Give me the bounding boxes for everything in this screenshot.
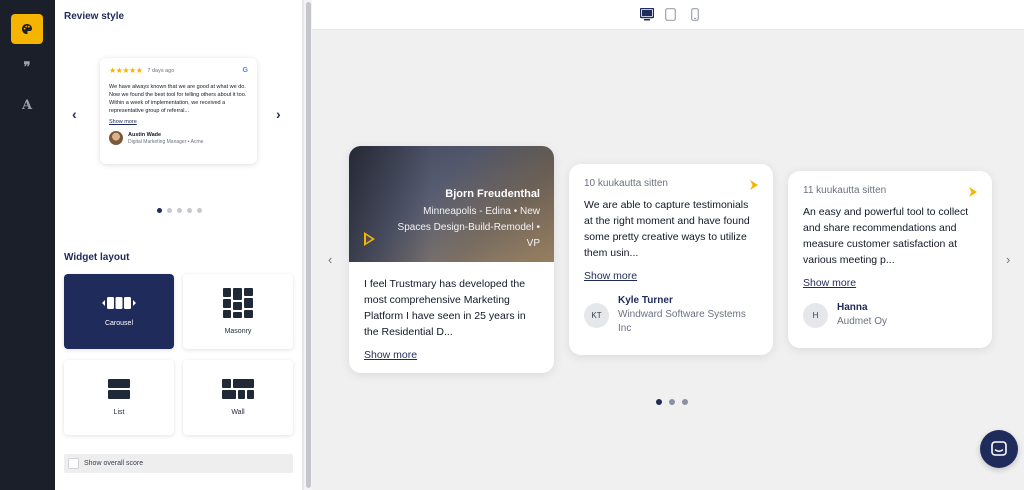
author-company: Audmet Oy [837,316,888,327]
show-overall-score-label: Show overall score [84,460,144,467]
layout-masonry[interactable]: Masonry [183,274,293,349]
google-icon: G [242,67,248,74]
left-rail: ❞ A [0,0,55,490]
show-more-link[interactable]: Show more [584,270,637,282]
panel-scrollbar[interactable] [303,0,312,490]
font-icon[interactable]: A [11,90,43,120]
carousel-pagination [656,399,688,405]
review-style-title: Review style [64,11,125,22]
layout-list[interactable]: List [64,360,174,435]
review-text: We are able to capture testimonials at t… [584,199,750,259]
author-company: Windward Software Systems Inc [618,309,746,334]
layout-wall[interactable]: Wall [183,360,293,435]
device-toolbar [312,0,1024,30]
pagination-dot[interactable] [669,399,675,405]
pagination-dot[interactable] [656,399,662,405]
review-time: 11 kuukautta sitten [803,185,887,196]
star-rating: ★★★★★ [109,66,143,75]
video-person-role: Minneapolis - Edina • New Spaces Design-… [397,206,540,249]
author-name: Hanna [837,302,868,313]
review-card[interactable]: 11 kuukautta sitten An easy and powerful… [788,171,992,348]
palette-icon[interactable] [11,14,43,44]
layout-label: Masonry [224,328,252,335]
review-time: 10 kuukautta sitten [584,178,668,189]
chat-launcher-button[interactable] [980,430,1018,468]
widget-preview-canvas: ‹ Bjorn Freudenthal Minneapolis - Edina … [312,30,1024,490]
layout-label: Carousel [104,320,133,327]
chat-icon [991,441,1007,456]
wall-icon [222,379,254,399]
preview-next-arrow[interactable]: › [276,106,281,122]
show-more-link[interactable]: Show more [109,119,248,125]
carousel-prev-arrow[interactable]: ‹ [328,252,332,267]
masonry-icon [223,288,253,318]
preview-pagination [157,208,202,213]
pagination-dot[interactable] [187,208,192,213]
video-person-name: Bjorn Freudenthal [445,188,540,200]
avatar [109,131,123,145]
review-text: We have always known that we are good at… [109,84,247,114]
desktop-icon[interactable] [640,8,654,21]
avatar: KT [584,303,609,328]
show-overall-score-checkbox[interactable] [68,458,79,469]
palette-glyph [22,24,32,34]
play-icon[interactable] [364,232,375,246]
review-card[interactable]: Bjorn Freudenthal Minneapolis - Edina • … [349,146,554,373]
preview-prev-arrow[interactable]: ‹ [72,106,77,122]
pagination-dot[interactable] [197,208,202,213]
carousel-icon [102,297,136,309]
pagination-dot[interactable] [167,208,172,213]
trustmary-chevron-icon [750,180,758,190]
layout-carousel[interactable]: Carousel [64,274,174,349]
review-time: 7 days ago [147,67,175,74]
widget-layout-title: Widget layout [64,252,130,263]
show-overall-score-toggle[interactable]: Show overall score [64,454,293,473]
author-role: Digital Marketing Manager • Acme [128,138,204,145]
pagination-dot[interactable] [682,399,688,405]
quote-icon[interactable]: ❞ [11,52,43,82]
author-name: Kyle Turner [618,295,673,306]
mobile-icon[interactable] [691,8,699,21]
show-more-link[interactable]: Show more [364,349,417,361]
video-thumbnail[interactable]: Bjorn Freudenthal Minneapolis - Edina • … [349,146,554,262]
layout-label: List [113,409,125,416]
review-card[interactable]: 10 kuukautta sitten We are able to captu… [569,164,773,355]
carousel-next-arrow[interactable]: › [1006,252,1010,267]
show-more-link[interactable]: Show more [803,277,856,289]
settings-panel: Review style ‹ ★★★★★ 7 days ago G We hav… [55,0,303,490]
pagination-dot[interactable] [157,208,162,213]
review-text: I feel Trustmary has developed the most … [364,278,526,338]
trustmary-chevron-icon [969,187,977,197]
pagination-dot[interactable] [177,208,182,213]
author-name: Austin Wade [128,131,162,138]
scrollbar-thumb[interactable] [306,2,311,488]
review-style-preview[interactable]: ★★★★★ 7 days ago G We have always known … [100,58,257,164]
avatar: H [803,303,828,328]
tablet-icon[interactable] [665,8,676,21]
layout-label: Wall [231,409,245,416]
list-icon [108,379,130,399]
review-text: An easy and powerful tool to collect and… [803,206,969,266]
